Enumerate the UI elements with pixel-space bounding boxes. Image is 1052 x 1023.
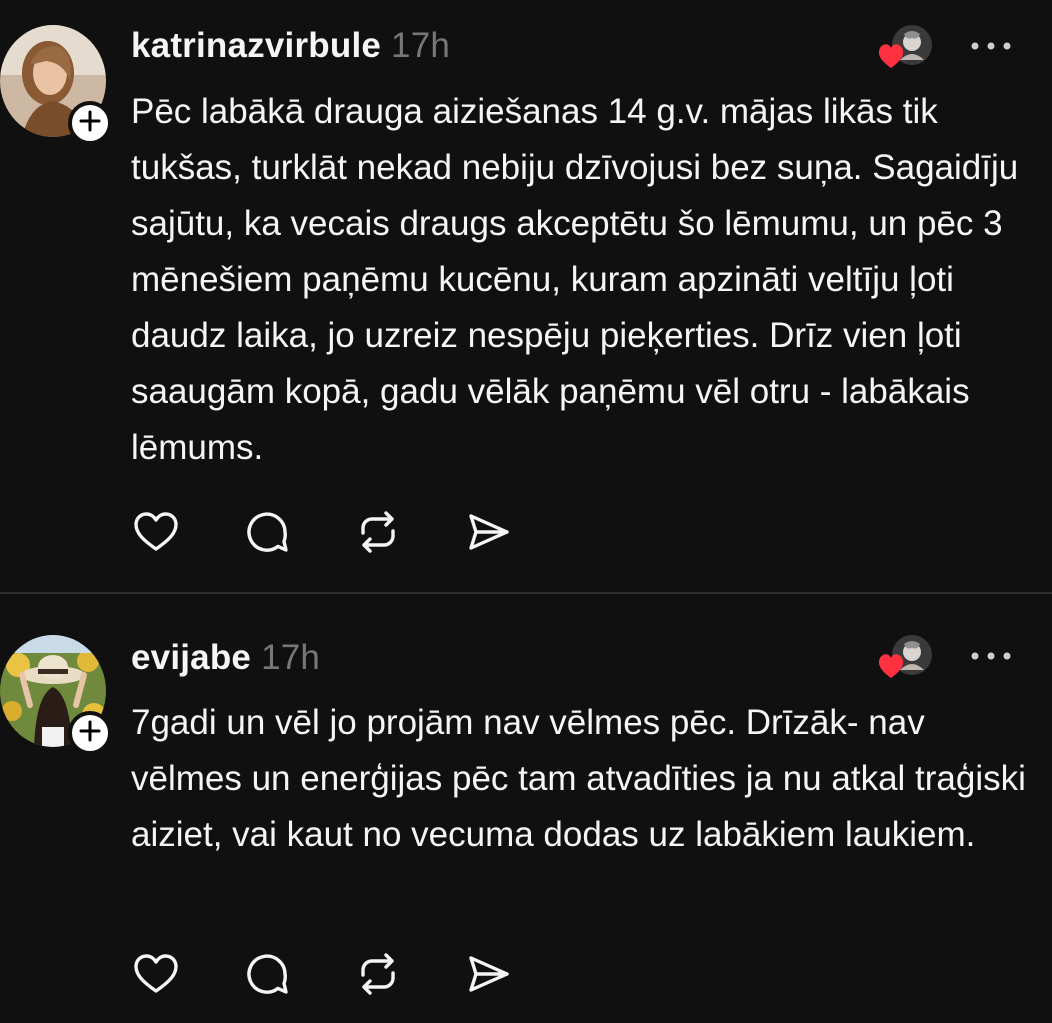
thread-post: evijabe 17h 7gadi un vēl jo projām nav vē…	[0, 594, 1052, 1023]
comment-button[interactable]	[242, 509, 292, 559]
liked-by-indicator[interactable]	[876, 24, 934, 72]
heart-icon	[133, 953, 179, 1000]
repost-button[interactable]	[353, 509, 403, 559]
follow-button[interactable]	[68, 101, 112, 145]
post-text: 7gadi un vēl jo projām nav vēlmes pēc. D…	[131, 703, 1026, 854]
share-button[interactable]	[464, 951, 514, 1001]
timestamp: 17h	[391, 26, 451, 65]
post-text: Pēc labākā drauga aiziešanas 14 g.v. māj…	[131, 92, 1019, 467]
more-icon	[968, 652, 1014, 670]
share-icon	[466, 953, 512, 1000]
follow-button[interactable]	[68, 711, 112, 755]
comment-icon	[244, 951, 290, 1002]
more-options-button[interactable]	[968, 36, 1014, 56]
liked-by-indicator[interactable]	[876, 634, 934, 682]
share-button[interactable]	[464, 509, 514, 559]
action-bar	[131, 951, 575, 1001]
more-options-button[interactable]	[968, 646, 1014, 666]
plus-icon	[79, 110, 101, 137]
like-button[interactable]	[131, 509, 181, 559]
share-icon	[466, 511, 512, 558]
comment-button[interactable]	[242, 951, 292, 1001]
comment-icon	[244, 509, 290, 560]
timestamp: 17h	[261, 638, 321, 677]
heart-icon	[133, 511, 179, 558]
repost-icon	[355, 509, 401, 560]
plus-icon	[79, 720, 101, 747]
post-header: evijabe 17h	[131, 638, 320, 678]
action-bar	[131, 509, 575, 559]
thread-post: katrinazvirbule 17h Pēc labākā drauga aiz…	[0, 0, 1052, 592]
username[interactable]: evijabe	[131, 638, 251, 677]
repost-button[interactable]	[353, 951, 403, 1001]
username[interactable]: katrinazvirbule	[131, 26, 381, 65]
more-icon	[968, 42, 1014, 60]
like-button[interactable]	[131, 951, 181, 1001]
post-header: katrinazvirbule 17h	[131, 26, 450, 66]
repost-icon	[355, 951, 401, 1002]
